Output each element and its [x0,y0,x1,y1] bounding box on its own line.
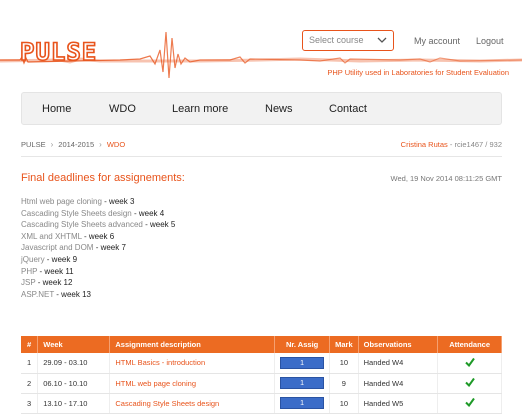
chevron-right-icon: › [99,140,102,149]
row-mark: 9 [329,373,359,394]
row-attendance-cell [437,373,502,394]
chevron-right-icon: › [50,140,54,149]
table-header-row: # Week Assignment description Nr. Assig … [21,336,502,353]
header: PULSE Select course My account Logout PH… [0,0,522,82]
nav-item-contact[interactable]: Contact [329,103,367,115]
table-row: 2 06.10 - 10.10 HTML web page cloning 1 … [21,373,502,394]
deadline-week: week 7 [100,243,126,253]
deadline-subject: ASP.NET [21,289,55,299]
row-attendance-cell [437,353,502,374]
row-description-cell: HTML web page cloning [109,373,276,394]
assignments-table: # Week Assignment description Nr. Assig … [21,336,502,414]
nav-item-home[interactable]: Home [42,103,71,115]
row-num: 1 [21,353,39,374]
deadline-subject: JSP [21,278,36,288]
deadline-subject: Javascript and DOM [21,243,94,253]
breadcrumb: PULSE › 2014-2015 › WDO [21,140,125,149]
check-icon [464,377,475,388]
row-observations: Handed W4 [358,373,439,394]
row-week: 06.10 - 10.10 [37,373,111,394]
list-item: Javascript and DOM - week 7 [21,243,126,253]
deadline-subject: Cascading Style Sheets advanced [21,220,143,230]
list-item: Cascading Style Sheets advanced - week 5 [21,220,176,230]
assignment-link[interactable]: HTML Basics - introduction [115,358,205,367]
deadline-week: week 3 [109,197,135,206]
current-date: Wed, 19 Nov 2014 08:11:25 GMT [390,174,502,183]
pulse-logo[interactable]: PULSE [19,37,97,67]
list-item: ASP.NET - week 13 [21,289,91,299]
deadline-week: week 6 [88,231,115,241]
col-header-mark: Mark [329,336,359,353]
col-header-nr-assig: Nr. Assig [274,336,331,353]
list-item: Html web page cloning - week 3 [21,197,135,206]
list-item: XML and XHTML - week 6 [21,231,115,241]
assig-button[interactable]: 1 [280,377,325,389]
user-id: rcie1467 / 932 [454,140,502,149]
nav-item-learn-more[interactable]: Learn more [172,103,228,115]
deadline-subject: PHP [21,266,38,276]
assignment-link[interactable]: HTML web page cloning [115,379,196,388]
row-description-cell: Cascading Style Sheets design [109,393,276,414]
row-observations: Handed W4 [358,353,439,374]
row-num: 3 [21,393,39,414]
assig-button[interactable]: 1 [280,356,325,369]
deadlines-list: Html web page cloning - week 3 Cascading… [21,196,175,300]
deadline-week: week 9 [51,254,78,264]
deadline-week: week 4 [138,208,165,218]
row-num: 2 [21,373,39,394]
row-mark: 10 [329,393,359,414]
row-week: 13.10 - 17.10 [37,393,111,414]
deadline-week: week 5 [149,220,176,230]
nav-item-news[interactable]: News [265,103,293,115]
deadlines-title: Final deadlines for assignements: [21,172,185,184]
main-nav: Home WDO Learn more News Contact [21,92,502,125]
col-header-week: Week [37,336,111,353]
col-header-num: # [21,336,39,353]
user-info: Cristina Rutas - rcie1467 / 932 [401,140,502,149]
row-mark: 10 [329,353,359,374]
list-item: jQuery - week 9 [21,254,78,264]
course-select-value: Select course [309,35,364,45]
chevron-down-icon [377,37,387,43]
deadline-subject: Cascading Style Sheets design [21,208,132,218]
deadline-subject: XML and XHTML [21,231,82,241]
row-assig-cell: 1 [274,393,331,414]
assig-button[interactable]: 1 [280,397,325,409]
assignment-link[interactable]: Cascading Style Sheets design [115,399,219,408]
col-header-observations: Observations [358,336,439,353]
tagline: PHP Utility used in Laboratories for Stu… [327,68,509,77]
deadline-week: week 13 [61,289,91,299]
divider [21,156,502,157]
row-week: 29.09 - 03.10 [37,353,111,374]
deadline-subject: Html web page cloning [21,197,102,206]
table-row: 1 29.09 - 03.10 HTML Basics - introducti… [21,353,502,374]
row-assig-cell: 1 [274,353,331,374]
my-account-link[interactable]: My account [414,36,460,46]
breadcrumb-item-pulse[interactable]: PULSE [21,140,46,149]
check-icon [464,397,475,408]
col-header-attendance: Attendance [437,336,502,353]
user-name[interactable]: Cristina Rutas [401,140,448,149]
breadcrumb-item-year[interactable]: 2014-2015 [58,140,94,149]
logout-link[interactable]: Logout [476,36,504,46]
list-item: Cascading Style Sheets design - week 4 [21,208,165,218]
breadcrumb-item-current: WDO [106,140,126,149]
deadline-week: week 12 [42,278,73,288]
list-item: JSP - week 12 [21,278,73,288]
course-select-dropdown[interactable]: Select course [302,30,394,51]
row-observations: Handed W5 [358,393,439,414]
col-header-description: Assignment description [109,336,276,353]
row-attendance-cell [437,393,502,414]
list-item: PHP - week 11 [21,266,74,276]
check-icon [464,357,475,367]
deadline-week: week 11 [44,266,74,276]
row-assig-cell: 1 [274,373,331,394]
table-row: 3 13.10 - 17.10 Cascading Style Sheets d… [21,393,502,414]
deadline-subject: jQuery [21,254,45,264]
nav-item-wdo[interactable]: WDO [109,103,136,115]
row-description-cell: HTML Basics - introduction [109,353,276,374]
